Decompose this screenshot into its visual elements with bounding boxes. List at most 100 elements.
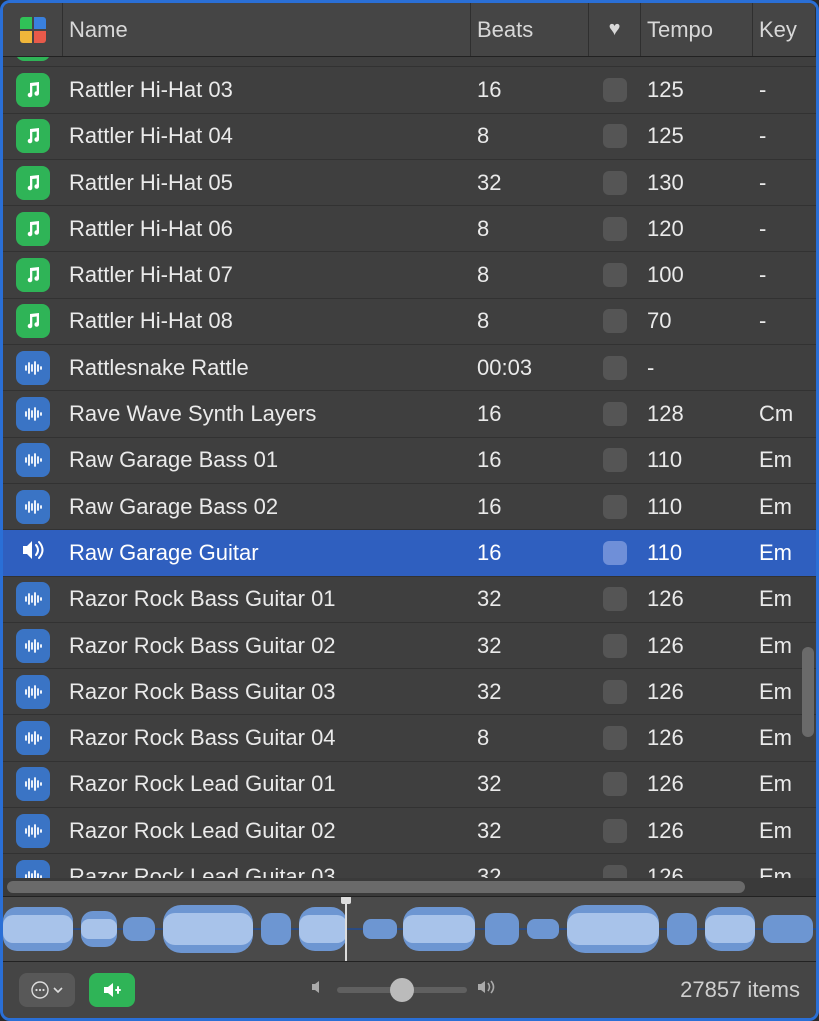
table-row[interactable]: Razor Rock Bass Guitar 0232126Em xyxy=(3,623,816,669)
favorite-checkbox[interactable] xyxy=(603,78,627,102)
favorite-checkbox[interactable] xyxy=(603,309,627,333)
loop-tempo: 130 xyxy=(641,170,753,196)
favorite-checkbox[interactable] xyxy=(603,263,627,287)
preview-play-button[interactable] xyxy=(89,973,135,1007)
table-row[interactable]: Rave Wave Synth Layers16128Cm xyxy=(3,391,816,437)
loop-tempo: 110 xyxy=(641,494,753,520)
table-row[interactable]: Raw Garage Bass 0116110Em xyxy=(3,438,816,484)
loop-name: Razor Rock Bass Guitar 02 xyxy=(63,633,471,659)
chevron-down-icon xyxy=(53,985,63,995)
loop-name: Rattler Hi-Hat 05 xyxy=(63,170,471,196)
loop-name: Rattler Hi-Hat 04 xyxy=(63,123,471,149)
table-row[interactable]: Razor Rock Bass Guitar 0132126Em xyxy=(3,577,816,623)
audio-loop-icon xyxy=(16,443,50,477)
loop-name: Raw Garage Bass 02 xyxy=(63,494,471,520)
midi-loop-icon xyxy=(16,57,50,61)
favorite-checkbox[interactable] xyxy=(603,217,627,241)
table-row[interactable]: Razor Rock Bass Guitar 0332126Em xyxy=(3,669,816,715)
view-mode-button[interactable] xyxy=(3,3,63,56)
waveform-preview[interactable] xyxy=(3,896,816,961)
table-row[interactable]: Rattler Hi-Hat 0216125- xyxy=(3,57,816,67)
column-header-key-label: Key xyxy=(759,17,797,43)
loop-beats: 32 xyxy=(471,679,589,705)
loop-tempo: 125 xyxy=(641,123,753,149)
table-row[interactable]: Razor Rock Lead Guitar 0132126Em xyxy=(3,762,816,808)
loop-browser-window: Name Beats ♥ Tempo Key Rattler Hi-Hat 02… xyxy=(0,0,819,1021)
favorite-checkbox[interactable] xyxy=(603,634,627,658)
item-count: 27857 items xyxy=(680,977,800,1003)
loop-key: - xyxy=(753,123,816,149)
horizontal-scrollbar[interactable] xyxy=(3,878,816,896)
favorite-checkbox[interactable] xyxy=(603,772,627,796)
audio-loop-icon xyxy=(16,582,50,616)
loop-name: Razor Rock Lead Guitar 01 xyxy=(63,771,471,797)
table-row[interactable]: Rattler Hi-Hat 078100- xyxy=(3,252,816,298)
column-header-tempo[interactable]: Tempo xyxy=(641,3,753,56)
audio-loop-icon xyxy=(16,767,50,801)
favorite-checkbox[interactable] xyxy=(603,587,627,611)
loop-beats: 32 xyxy=(471,586,589,612)
table-row[interactable]: Rattler Hi-Hat 08870- xyxy=(3,299,816,345)
loop-list[interactable]: Rattler Hi-Hat 0216125-Rattler Hi-Hat 03… xyxy=(3,57,816,878)
favorite-checkbox[interactable] xyxy=(603,402,627,426)
volume-control xyxy=(309,977,499,1003)
audio-loop-icon xyxy=(16,397,50,431)
table-row[interactable]: Razor Rock Lead Guitar 0232126Em xyxy=(3,808,816,854)
loop-beats: 16 xyxy=(471,540,589,566)
loop-tempo: 120 xyxy=(641,216,753,242)
column-header-beats[interactable]: Beats xyxy=(471,3,589,56)
vertical-scrollbar-thumb[interactable] xyxy=(802,647,814,737)
table-row[interactable]: Rattler Hi-Hat 0532130- xyxy=(3,160,816,206)
loop-tempo: 126 xyxy=(641,586,753,612)
playhead[interactable] xyxy=(345,897,347,961)
table-row[interactable]: Rattler Hi-Hat 048125- xyxy=(3,114,816,160)
loop-tempo: 125 xyxy=(641,77,753,103)
favorite-checkbox[interactable] xyxy=(603,495,627,519)
column-header-name[interactable]: Name xyxy=(63,3,471,56)
favorite-checkbox[interactable] xyxy=(603,448,627,472)
loop-key: Em xyxy=(753,818,816,844)
loop-key: - xyxy=(753,170,816,196)
loop-key: - xyxy=(753,308,816,334)
table-row[interactable]: Razor Rock Bass Guitar 048126Em xyxy=(3,715,816,761)
waveform-icon xyxy=(3,897,816,961)
horizontal-scrollbar-thumb[interactable] xyxy=(7,881,745,893)
loop-beats: 8 xyxy=(471,308,589,334)
column-header-name-label: Name xyxy=(69,17,128,43)
table-row[interactable]: Rattler Hi-Hat 0316125- xyxy=(3,67,816,113)
loop-key: Em xyxy=(753,494,816,520)
loop-key: - xyxy=(753,77,816,103)
volume-slider[interactable] xyxy=(337,987,467,993)
heart-icon: ♥ xyxy=(609,18,621,41)
loop-key: Em xyxy=(753,771,816,797)
favorite-checkbox[interactable] xyxy=(603,356,627,380)
favorite-checkbox[interactable] xyxy=(603,680,627,704)
favorite-checkbox[interactable] xyxy=(603,541,627,565)
volume-slider-thumb[interactable] xyxy=(390,978,414,1002)
loop-name: Raw Garage Guitar xyxy=(63,540,471,566)
midi-loop-icon xyxy=(16,258,50,292)
table-row[interactable]: Rattlesnake Rattle00:03- xyxy=(3,345,816,391)
table-row[interactable]: Raw Garage Guitar16110Em xyxy=(3,530,816,576)
favorite-checkbox[interactable] xyxy=(603,819,627,843)
table-row[interactable]: Raw Garage Bass 0216110Em xyxy=(3,484,816,530)
loop-beats: 16 xyxy=(471,401,589,427)
favorite-checkbox[interactable] xyxy=(603,124,627,148)
audio-loop-icon xyxy=(16,351,50,385)
column-header-favorite[interactable]: ♥ xyxy=(589,3,641,56)
more-options-button[interactable] xyxy=(19,973,75,1007)
table-header: Name Beats ♥ Tempo Key xyxy=(3,3,816,57)
audio-loop-icon xyxy=(16,814,50,848)
loop-tempo: 126 xyxy=(641,818,753,844)
favorite-checkbox[interactable] xyxy=(603,726,627,750)
loop-beats: 32 xyxy=(471,864,589,878)
loop-tempo: 128 xyxy=(641,401,753,427)
column-header-key[interactable]: Key xyxy=(753,3,816,56)
footer-bar: 27857 items xyxy=(3,961,816,1018)
table-row[interactable]: Rattler Hi-Hat 068120- xyxy=(3,206,816,252)
loop-tempo: 110 xyxy=(641,447,753,473)
loop-tempo: 126 xyxy=(641,679,753,705)
favorite-checkbox[interactable] xyxy=(603,171,627,195)
favorite-checkbox[interactable] xyxy=(603,865,627,878)
table-row[interactable]: Razor Rock Lead Guitar 0332126Em xyxy=(3,854,816,878)
